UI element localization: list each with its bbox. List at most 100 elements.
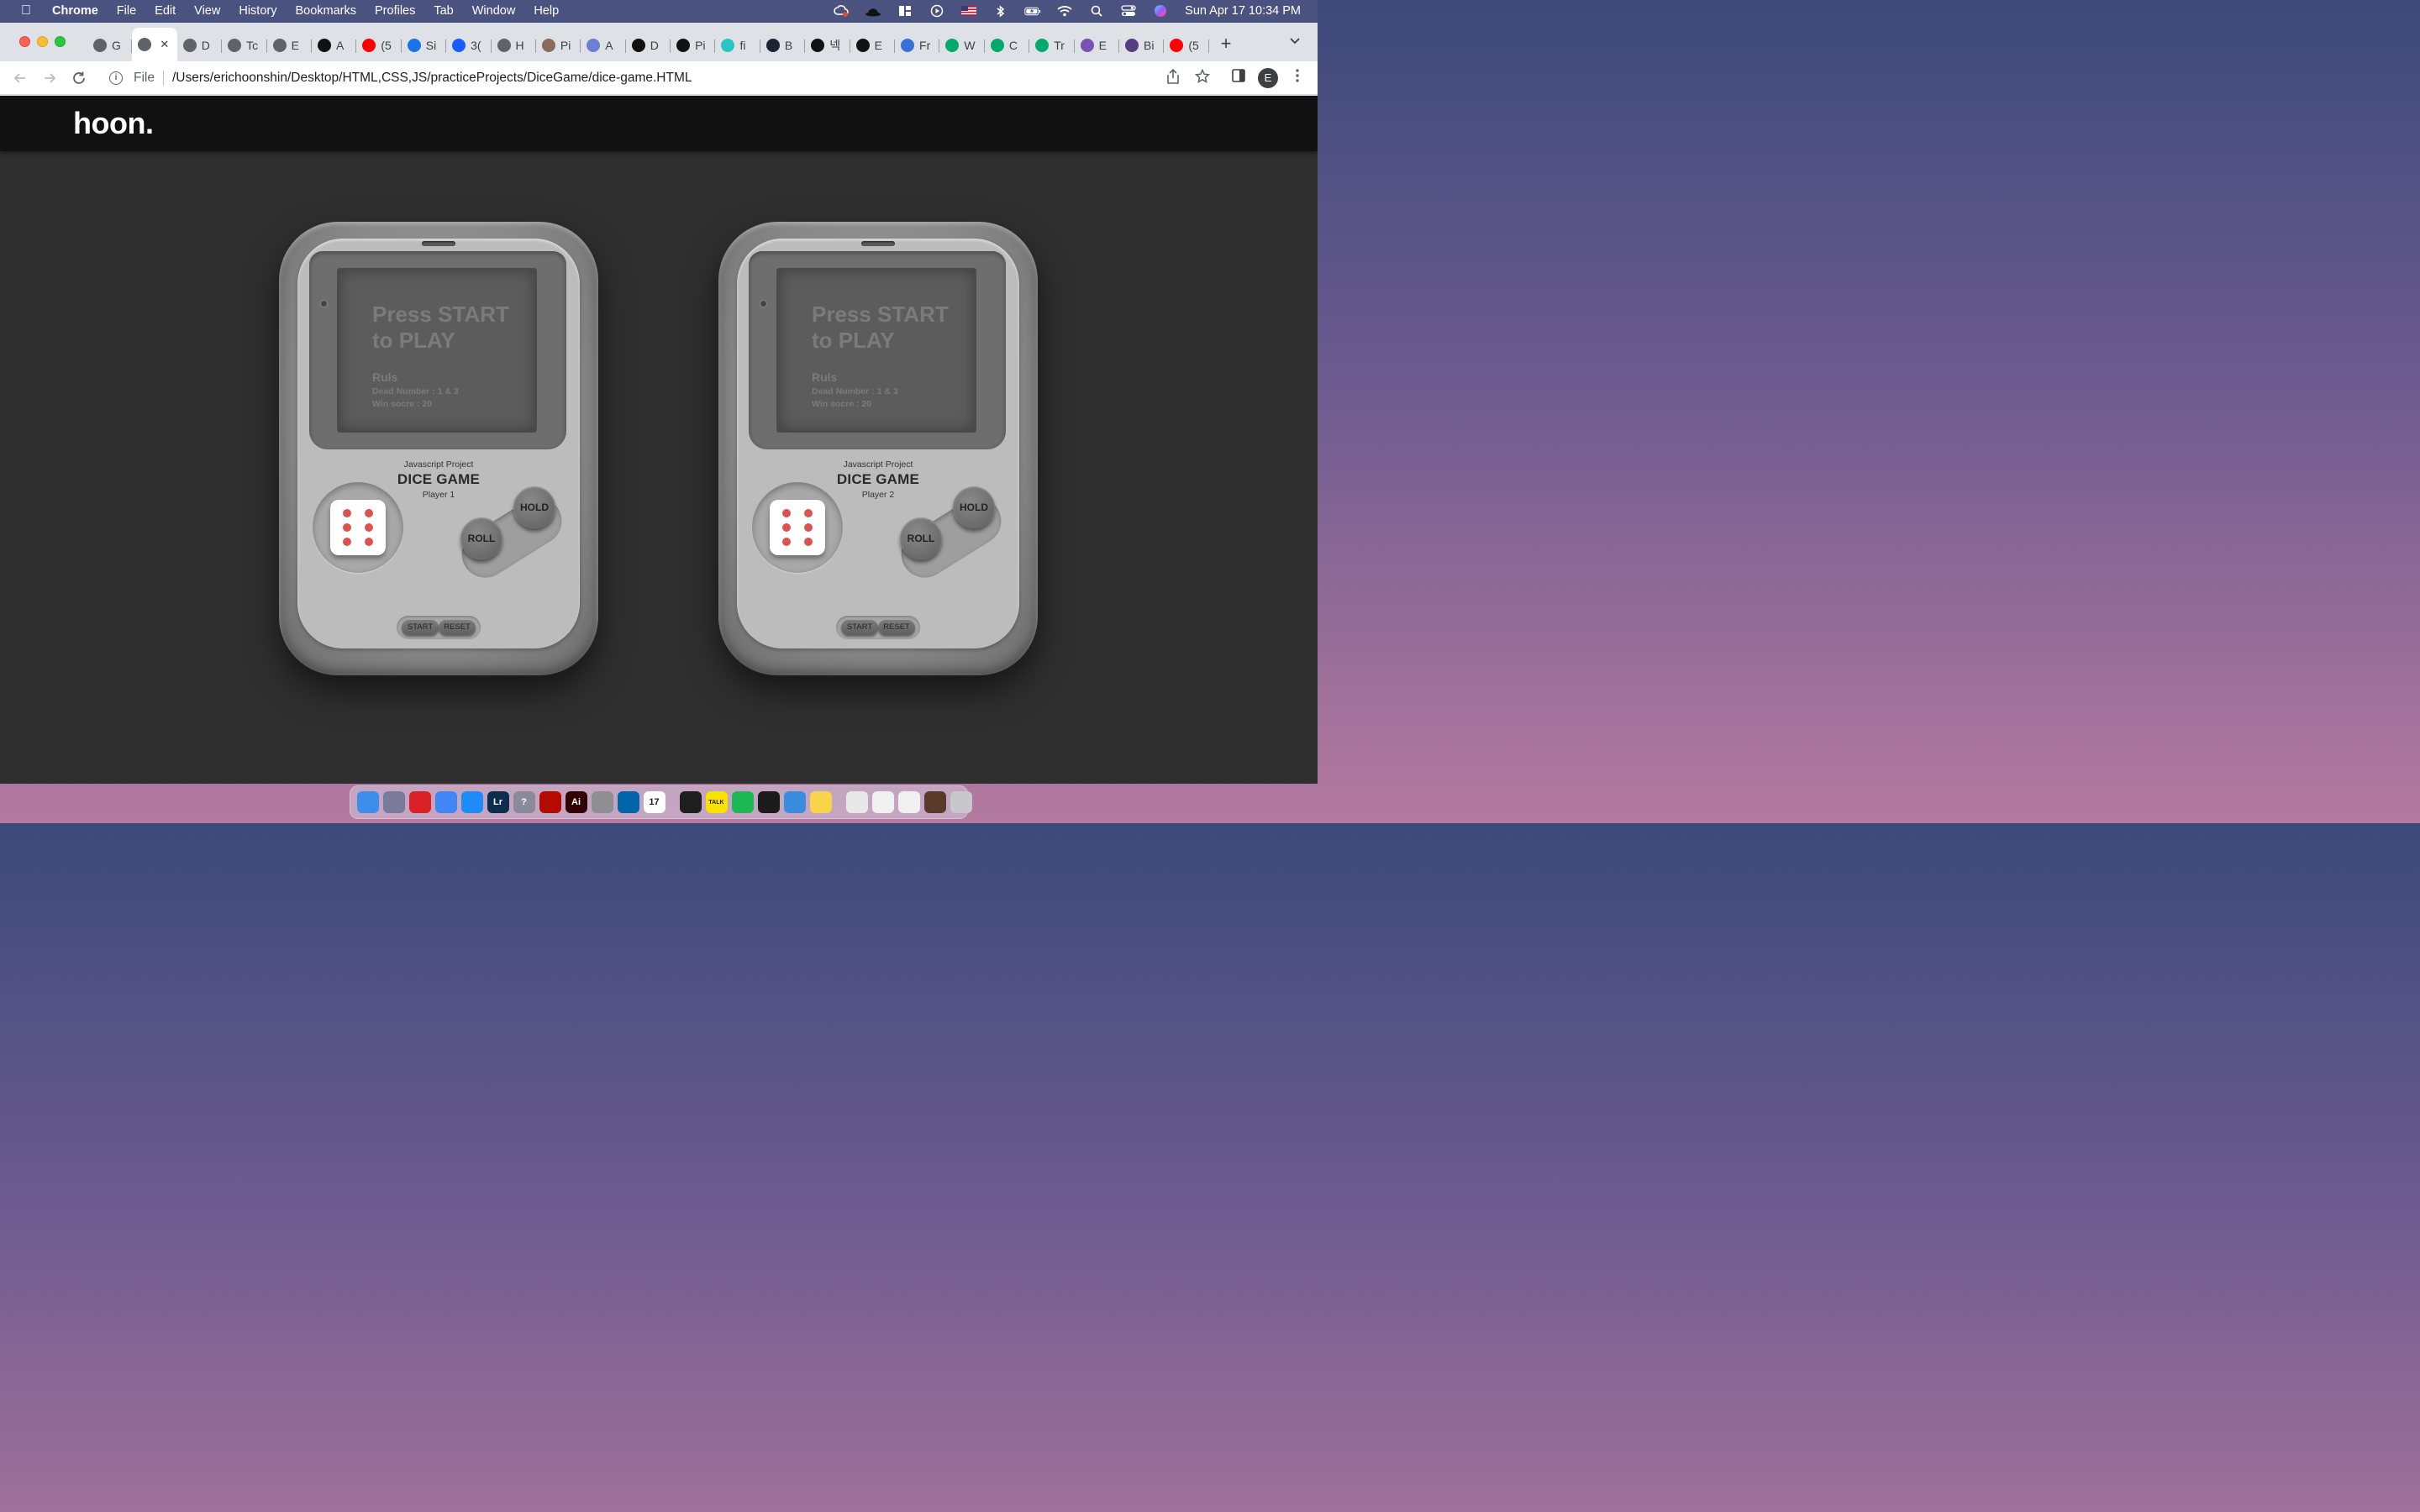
notes-icon[interactable] [809,791,832,813]
menu-app-chrome[interactable]: Chrome [52,4,108,18]
browser-tab[interactable]: W [939,31,985,60]
calendar-icon[interactable]: 17 [643,791,666,813]
menu-history[interactable]: History [229,4,286,18]
menu-file[interactable]: File [108,4,145,18]
window-layout-icon[interactable] [897,5,913,17]
game-screen: Press START to PLAY Ruls Dead Number : 1… [776,268,976,433]
close-window-button[interactable] [19,36,30,47]
browser-tab[interactable]: Bi [1119,31,1165,60]
browser-tab[interactable]: E [850,31,896,60]
browser-tab[interactable]: Tr [1029,31,1075,60]
browser-tab[interactable]: 3( [446,31,492,60]
new-tab-button[interactable]: + [1215,33,1237,55]
start-button[interactable]: START [841,620,878,635]
share-icon[interactable] [1164,68,1182,87]
address-bar[interactable]: i File /Users/erichoonshin/Desktop/HTML,… [99,65,1223,91]
vscode-icon[interactable] [617,791,639,813]
kakaotalk-icon[interactable]: TALK [705,791,728,813]
acrobat-icon[interactable] [539,791,561,813]
reset-button[interactable]: RESET [439,620,476,635]
site-info-icon[interactable]: i [109,71,123,85]
browser-tab[interactable]: Pi [536,31,581,60]
spotify-icon[interactable] [731,791,754,813]
system-preferences-icon[interactable] [591,791,613,813]
bluetooth-icon[interactable] [992,4,1009,18]
browser-tab[interactable]: B [760,31,806,60]
forward-button[interactable] [39,68,60,88]
siri-icon[interactable] [1152,5,1169,17]
browser-tab[interactable]: Tc [222,31,267,60]
menu-edit[interactable]: Edit [145,4,185,18]
lightroom-icon[interactable]: Lr [487,791,509,813]
wifi-icon[interactable] [1056,5,1073,17]
menu-tab[interactable]: Tab [424,4,462,18]
browser-tab[interactable]: Pi [671,31,716,60]
apple-menu-icon[interactable]:  [0,3,52,18]
browser-tab[interactable]: G [87,31,133,60]
browser-tab[interactable]: D [626,31,671,60]
chrome-icon[interactable] [434,791,457,813]
menu-profiles[interactable]: Profiles [366,4,424,18]
document-icon[interactable] [871,791,894,813]
browser-tab[interactable]: Si [402,31,447,60]
roll-button[interactable]: ROLL [460,517,502,559]
side-panel-icon[interactable] [1229,69,1248,87]
browser-tab[interactable]: A [312,31,357,60]
us-flag-icon[interactable] [960,5,977,17]
battery-icon[interactable] [1024,5,1041,17]
hold-button[interactable]: HOLD [953,486,995,528]
creative-cloud-icon[interactable] [408,791,431,813]
avatar-icon [541,39,555,52]
minimize-window-button[interactable] [37,36,48,47]
menu-window[interactable]: Window [463,4,525,18]
bookmark-star-icon[interactable] [1193,68,1212,87]
browser-tab[interactable]: E [1075,31,1119,60]
launchpad-icon[interactable] [382,791,405,813]
creative-cloud-status-icon[interactable] [833,5,850,17]
reset-button[interactable]: RESET [878,620,915,635]
illustrator-icon[interactable]: Ai [565,791,587,813]
site-logo[interactable]: hoon. [73,106,154,141]
hold-button[interactable]: HOLD [513,486,555,528]
menu-view[interactable]: View [185,4,229,18]
browser-tab[interactable]: E [267,31,312,60]
browser-tab[interactable]: A [581,31,626,60]
browser-tab[interactable]: (5 [1164,31,1209,60]
menubar-clock[interactable]: Sun Apr 17 10:34 PM [1185,4,1301,18]
zoom-window-button[interactable] [55,36,66,47]
tab-search-chevron-icon[interactable] [1289,34,1301,48]
preview-icon[interactable] [845,791,868,813]
help-icon[interactable]: ? [513,791,535,813]
browser-tab[interactable]: (5 [356,31,402,60]
menu-help[interactable]: Help [524,4,568,18]
browser-tab[interactable]: fi [715,31,760,60]
document-icon[interactable] [897,791,920,813]
roll-button[interactable]: ROLL [900,517,942,559]
browser-tab[interactable]: 넥 [805,31,850,60]
start-button[interactable]: START [402,620,439,635]
trash-icon[interactable] [950,791,972,813]
close-tab-icon[interactable]: ✕ [160,38,169,51]
spotlight-search-icon[interactable] [1088,5,1105,17]
profile-avatar[interactable]: E [1258,68,1278,88]
control-center-icon[interactable] [1120,5,1137,17]
terminal-icon[interactable] [679,791,702,813]
bowler-hat-icon[interactable] [865,5,881,17]
url-text[interactable]: /Users/erichoonshin/Desktop/HTML,CSS,JS/… [172,71,692,86]
browser-tab[interactable]: H [492,31,536,60]
kebab-menu-icon[interactable] [1288,69,1307,87]
finder-icon[interactable] [356,791,379,813]
iterm-icon[interactable] [757,791,780,813]
menu-bookmarks[interactable]: Bookmarks [286,4,366,18]
browser-tab[interactable]: Fr [895,31,940,60]
browser-tab[interactable]: C [985,31,1030,60]
screenshot-icon[interactable] [923,791,946,813]
reload-button[interactable] [69,68,89,88]
play-circle-icon[interactable] [929,4,945,18]
mail-icon[interactable] [783,791,806,813]
app-store-icon[interactable] [460,791,483,813]
browser-tab[interactable]: D [177,31,223,60]
back-button[interactable] [10,68,30,88]
a-logo-icon [631,39,645,52]
browser-tab[interactable]: ✕ [132,28,177,61]
